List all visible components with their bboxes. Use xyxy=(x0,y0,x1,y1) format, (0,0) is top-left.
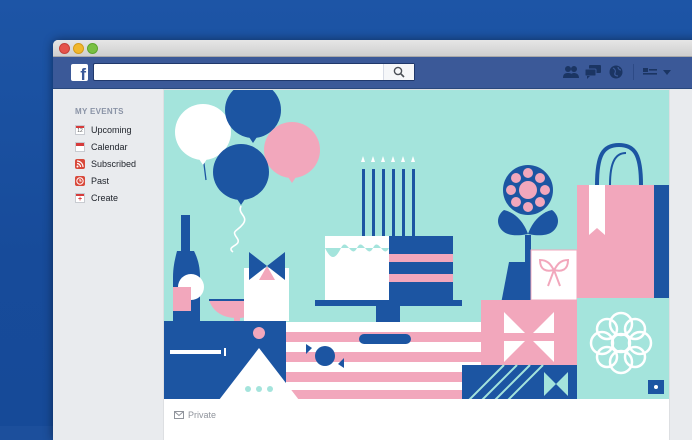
sidebar-heading: MY EVENTS xyxy=(75,107,124,116)
rss-icon xyxy=(75,159,85,169)
facebook-top-bar: f xyxy=(53,57,692,89)
birthday-illustration xyxy=(164,90,669,399)
sidebar-item-calendar[interactable]: Calendar xyxy=(75,140,128,154)
friend-requests-icon[interactable] xyxy=(563,65,579,79)
calendar-icon xyxy=(75,142,85,152)
top-bar-divider xyxy=(633,64,634,80)
search-input[interactable] xyxy=(94,66,387,82)
chevron-down-icon[interactable] xyxy=(663,70,671,75)
search-icon xyxy=(393,66,405,78)
event-card: Private xyxy=(163,89,670,440)
minimize-window-button[interactable] xyxy=(73,43,84,54)
zoom-window-button[interactable] xyxy=(87,43,98,54)
sidebar-item-label: Calendar xyxy=(91,142,128,152)
sidebar-item-label: Subscribed xyxy=(91,159,137,169)
clock-icon xyxy=(75,176,85,186)
window-titlebar[interactable] xyxy=(53,40,692,57)
sidebar-item-past[interactable]: Past xyxy=(75,174,109,188)
notifications-globe-icon[interactable] xyxy=(609,65,623,79)
browser-window: f MY EVENTS 12 Upcoming Calendar Subscri… xyxy=(53,40,692,440)
account-settings-icon[interactable] xyxy=(643,68,657,77)
sidebar-item-subscribed[interactable]: Subscribed xyxy=(75,157,136,171)
event-privacy: Private xyxy=(174,410,216,420)
facebook-logo-icon[interactable]: f xyxy=(71,64,88,83)
search-box xyxy=(93,63,415,82)
sidebar-item-label: Create xyxy=(91,193,119,203)
envelope-icon xyxy=(174,411,184,419)
sidebar-item-label: Upcoming xyxy=(91,125,132,135)
sidebar-item-label: Past xyxy=(91,176,110,186)
sidebar-item-create[interactable]: + Create xyxy=(75,191,118,205)
close-window-button[interactable] xyxy=(59,43,70,54)
calendar-day-icon: 12 xyxy=(75,125,85,135)
plus-calendar-icon: + xyxy=(75,193,85,203)
sidebar-item-upcoming[interactable]: 12 Upcoming xyxy=(75,123,132,137)
messages-icon[interactable] xyxy=(585,65,601,79)
event-cover-photo[interactable] xyxy=(164,90,669,399)
search-button[interactable] xyxy=(383,64,414,80)
events-sidebar: MY EVENTS 12 Upcoming Calendar Subscribe… xyxy=(53,89,163,440)
upcoming-day-number: 12 xyxy=(77,128,83,134)
event-main-column: Private xyxy=(163,89,670,440)
privacy-label: Private xyxy=(188,410,217,420)
